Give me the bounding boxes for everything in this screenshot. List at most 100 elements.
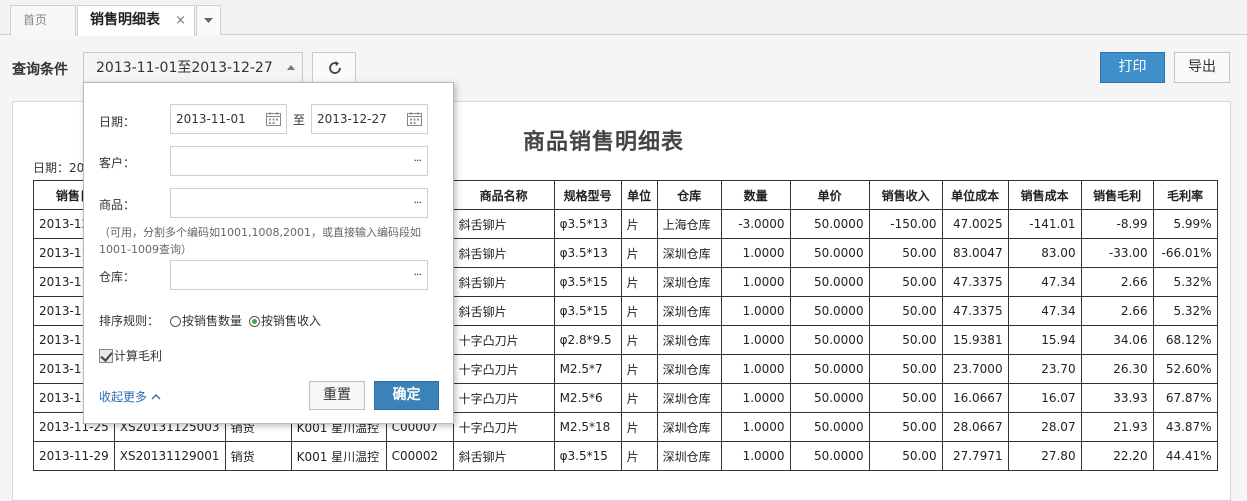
table-cell: 1.0000 [720,441,791,471]
warehouse-label: 仓库： [99,270,136,284]
caret-up-icon [287,65,295,70]
refresh-icon [329,61,341,74]
table-cell: 片 [620,238,658,268]
table-cell: 斜舌铆片 [452,238,555,268]
warehouse-input[interactable]: ··· [170,260,428,290]
column-header: 数量 [720,180,791,210]
table-cell: 83.0047 [941,238,1009,268]
column-header: 销售成本 [1007,180,1082,210]
sort-by-revenue-radio[interactable]: 按销售收入 [249,312,321,329]
calendar-icon[interactable] [407,112,422,126]
table-cell: φ3.5*15 [553,441,622,471]
table-cell: 27.7971 [941,441,1009,471]
date-label: 日期： [99,115,136,129]
query-condition-label: 查询条件 [12,62,68,78]
confirm-button[interactable]: 确定 [374,381,439,410]
table-cell: -33.00 [1080,238,1154,268]
table-cell: 68.12% [1152,325,1218,355]
table-cell: 23.7000 [941,354,1009,384]
table-cell: 片 [620,296,658,326]
table-cell: M2.5*18 [553,412,622,442]
table-cell: -141.01 [1007,209,1082,239]
tab-sales-detail[interactable]: 销售明细表 × [77,5,195,36]
report-date-label: 日期：20 [33,161,85,175]
sort-label: 排序规则： [99,314,160,328]
table-cell: 斜舌铆片 [452,267,555,297]
table-cell: 深圳仓库 [656,238,722,268]
tab-label: 销售明细表 [90,12,160,28]
ellipsis-icon[interactable]: ··· [414,147,422,175]
table-cell: φ3.5*13 [553,238,622,268]
tab-dropdown-button[interactable] [196,5,221,35]
table-cell: 2013-11-29 [33,441,115,471]
table-cell: 1.0000 [720,354,791,384]
table-cell: 50.0000 [789,267,870,297]
column-header: 销售收入 [868,180,943,210]
column-header: 销售毛利 [1080,180,1154,210]
table-cell: 十字凸刀片 [452,383,555,413]
ellipsis-icon[interactable]: ··· [414,261,422,289]
table-cell: M2.5*6 [553,383,622,413]
date-to-value: 2013-12-27 [317,112,387,126]
column-header: 毛利率 [1152,180,1218,210]
customer-input[interactable]: ··· [170,146,428,176]
table-cell: 十字凸刀片 [452,325,555,355]
tab-bar: 首页 销售明细表 × [0,0,1247,36]
tab-home[interactable]: 首页 [10,5,76,35]
table-cell: 5.99% [1152,209,1218,239]
date-from-input[interactable]: 2013-11-01 [170,104,287,134]
table-cell: 片 [620,325,658,355]
print-button[interactable]: 打印 [1100,52,1165,83]
table-cell: 28.07 [1007,412,1082,442]
table-cell: 斜舌铆片 [452,441,555,471]
table-cell: 片 [620,441,658,471]
export-button[interactable]: 导出 [1174,52,1230,83]
table-cell: 斜舌铆片 [452,209,555,239]
date-to-input[interactable]: 2013-12-27 [311,104,428,134]
radio-on-icon [249,316,260,327]
ellipsis-icon[interactable]: ··· [414,189,422,217]
table-row: 2013-11-29 XS20131129001 销货 K001 星川温控 C00002… [33,441,1218,471]
table-cell: 1.0000 [720,238,791,268]
collapse-more-link[interactable]: 收起更多 [99,388,161,405]
table-cell: 50.0000 [789,238,870,268]
close-icon[interactable]: × [175,6,186,35]
table-cell: 15.94 [1007,325,1082,355]
table-cell: 1.0000 [720,296,791,326]
table-cell: 23.70 [1007,354,1082,384]
table-cell: 深圳仓库 [656,383,722,413]
sort-by-quantity-radio[interactable]: 按销售数量 [170,312,242,329]
table-cell: 1.0000 [720,383,791,413]
table-cell: 斜舌铆片 [452,296,555,326]
table-cell: 47.34 [1007,296,1082,326]
table-cell: 1.0000 [720,325,791,355]
query-range-dropdown[interactable]: 2013-11-01至2013-12-27 [83,52,303,84]
table-cell: 50.00 [868,325,943,355]
table-cell: 50.00 [868,296,943,326]
table-cell: 50.0000 [789,325,870,355]
table-cell: K001 星川温控 [290,441,387,471]
table-cell: 5.32% [1152,296,1218,326]
table-cell: 片 [620,383,658,413]
table-cell: 深圳仓库 [656,354,722,384]
table-cell: 33.93 [1080,383,1154,413]
table-cell: 销货 [224,441,292,471]
product-input[interactable]: ··· [170,188,428,218]
table-cell: 34.06 [1080,325,1154,355]
calc-margin-label: 计算毛利 [114,349,163,363]
table-cell: 83.00 [1007,238,1082,268]
table-cell: 1.0000 [720,267,791,297]
date-separator: 至 [293,113,306,127]
column-header: 规格型号 [553,180,622,210]
table-cell: 5.32% [1152,267,1218,297]
table-cell: 50.00 [868,354,943,384]
table-cell: 50.0000 [789,209,870,239]
refresh-button[interactable] [312,52,356,84]
table-cell: 50.0000 [789,412,870,442]
calendar-icon[interactable] [266,112,281,126]
reset-button[interactable]: 重置 [309,381,365,410]
query-range-value: 2013-11-01至2013-12-27 [96,60,273,76]
table-cell: 50.0000 [789,296,870,326]
product-hint: （可用，分割多个编码如1001,1008,2001，或直接输入编码段如1001-… [99,226,421,256]
calc-margin-checkbox[interactable]: 计算毛利 [99,347,162,364]
